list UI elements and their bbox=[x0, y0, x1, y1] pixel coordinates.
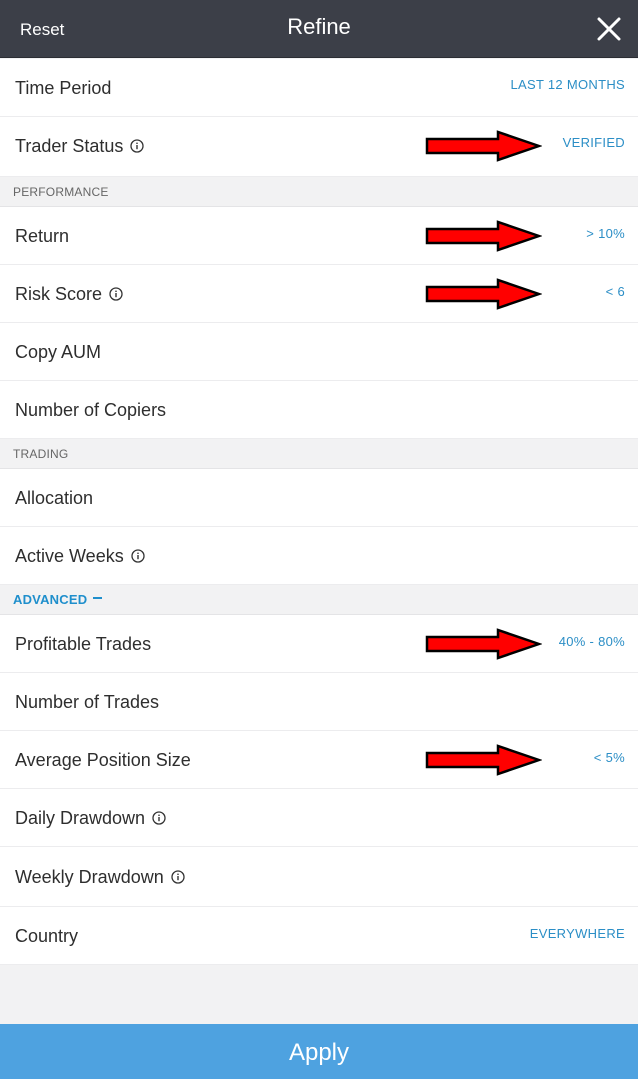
filter-label-text: Daily Drawdown bbox=[15, 808, 146, 828]
filter-label: Active Weeks bbox=[15, 527, 145, 585]
filter-row-active-weeks[interactable]: Active Weeks bbox=[0, 527, 638, 585]
page-title: Refine bbox=[287, 14, 351, 39]
filter-row-number-of-copiers[interactable]: Number of Copiers bbox=[0, 381, 638, 439]
info-icon[interactable] bbox=[109, 287, 123, 301]
header-bar: Reset Refine bbox=[0, 0, 638, 58]
close-icon[interactable] bbox=[596, 16, 622, 42]
filter-label: Number of Trades bbox=[15, 692, 160, 712]
filter-label-text: Risk Score bbox=[15, 284, 103, 304]
filter-label: Time Period bbox=[15, 78, 112, 98]
filter-row-average-position-size[interactable]: Average Position Size < 5% bbox=[0, 731, 638, 789]
section-header-advanced[interactable]: ADVANCED bbox=[0, 585, 638, 615]
apply-button[interactable]: Apply bbox=[0, 1024, 638, 1079]
filter-label: Number of Copiers bbox=[15, 400, 167, 420]
filter-value: LAST 12 MONTHS bbox=[510, 77, 625, 92]
filter-label: Return bbox=[15, 226, 70, 246]
info-icon[interactable] bbox=[131, 549, 145, 563]
filter-row-copy-aum[interactable]: Copy AUM bbox=[0, 323, 638, 381]
section-label: ADVANCED bbox=[13, 592, 88, 607]
filter-row-risk-score[interactable]: Risk Score < 6 bbox=[0, 265, 638, 323]
filter-label: Copy AUM bbox=[15, 342, 102, 362]
section-label: TRADING bbox=[13, 447, 69, 461]
filter-label: Daily Drawdown bbox=[15, 789, 166, 847]
annotation-arrow bbox=[424, 744, 542, 776]
filter-label: Country bbox=[15, 926, 79, 946]
filter-row-profitable-trades[interactable]: Profitable Trades 40% - 80% bbox=[0, 615, 638, 673]
annotation-arrow bbox=[424, 130, 542, 162]
filter-label: Trader Status bbox=[15, 117, 144, 175]
filter-row-weekly-drawdown[interactable]: Weekly Drawdown bbox=[0, 847, 638, 907]
filter-value: VERIFIED bbox=[562, 135, 625, 150]
filter-label-text: Trader Status bbox=[15, 136, 124, 156]
annotation-arrow bbox=[424, 220, 542, 252]
filter-value: < 5% bbox=[593, 750, 625, 765]
section-header-trading: TRADING bbox=[0, 439, 638, 469]
filter-row-return[interactable]: Return > 10% bbox=[0, 207, 638, 265]
filter-row-number-of-trades[interactable]: Number of Trades bbox=[0, 673, 638, 731]
filter-label-text: Active Weeks bbox=[15, 546, 124, 566]
filter-value: > 10% bbox=[586, 226, 625, 241]
info-icon[interactable] bbox=[152, 811, 166, 825]
filter-label: Allocation bbox=[15, 488, 94, 508]
filter-row-country[interactable]: Country EVERYWHERE bbox=[0, 907, 638, 965]
filter-value: < 6 bbox=[605, 284, 625, 299]
filter-value: EVERYWHERE bbox=[529, 926, 625, 941]
advanced-toggle[interactable]: ADVANCED bbox=[13, 585, 103, 615]
annotation-arrow bbox=[424, 628, 542, 660]
filter-row-allocation[interactable]: Allocation bbox=[0, 469, 638, 527]
filter-row-daily-drawdown[interactable]: Daily Drawdown bbox=[0, 789, 638, 847]
filter-row-trader-status[interactable]: Trader Status VERIFIED bbox=[0, 117, 638, 177]
filter-label: Risk Score bbox=[15, 265, 123, 323]
info-icon[interactable] bbox=[130, 139, 144, 153]
info-icon[interactable] bbox=[171, 870, 185, 884]
filter-row-time-period[interactable]: Time Period LAST 12 MONTHS bbox=[0, 59, 638, 117]
filter-list: Time Period LAST 12 MONTHS Trader Status… bbox=[0, 59, 638, 965]
section-header-performance: PERFORMANCE bbox=[0, 177, 638, 207]
minus-icon bbox=[93, 596, 103, 599]
annotation-arrow bbox=[424, 278, 542, 310]
filter-label: Weekly Drawdown bbox=[15, 847, 185, 907]
filter-label-text: Weekly Drawdown bbox=[15, 867, 164, 887]
filter-value: 40% - 80% bbox=[558, 634, 625, 649]
filter-label: Average Position Size bbox=[15, 750, 191, 770]
section-label: PERFORMANCE bbox=[13, 185, 109, 199]
filter-label: Profitable Trades bbox=[15, 634, 152, 654]
